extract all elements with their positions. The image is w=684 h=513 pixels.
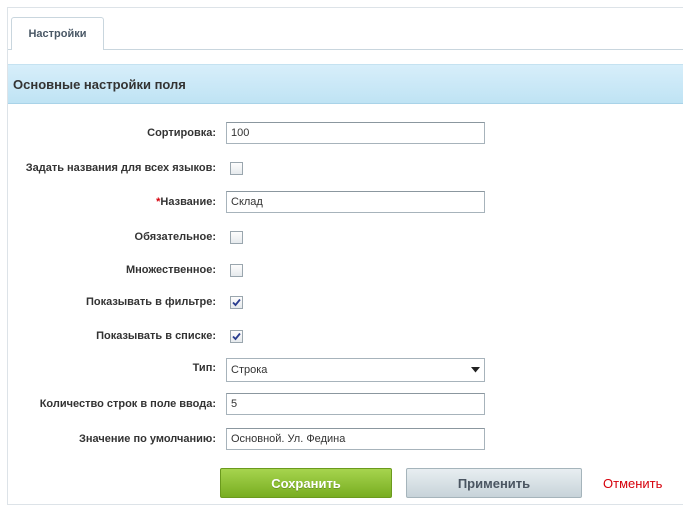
tab-bar: Настройки [8,8,683,50]
settings-panel: Настройки Основные настройки поля Сортир… [7,7,683,505]
save-button[interactable]: Сохранить [220,468,392,498]
section-header: Основные настройки поля [8,64,683,104]
all-languages-checkbox[interactable] [230,162,243,175]
name-input[interactable] [226,191,485,213]
all-languages-label: Задать названия для всех языков: [25,162,216,174]
multiple-checkbox[interactable] [230,264,243,277]
default-value-label: Значение по умолчанию: [79,433,216,445]
required-checkbox[interactable] [230,231,243,244]
sort-input[interactable] [226,122,485,144]
show-in-list-label: Показывать в списке: [96,330,216,342]
default-value-input[interactable] [226,428,485,450]
check-icon [232,298,241,307]
sort-label: Сортировка: [147,127,216,139]
rows-count-label: Количество строк в поле ввода: [39,398,216,410]
name-label-text: Название: [160,196,216,208]
check-icon [232,332,241,341]
show-in-filter-checkbox[interactable] [230,296,243,309]
section-title: Основные настройки поля [13,76,186,92]
show-in-list-checkbox[interactable] [230,330,243,343]
tab-settings[interactable]: Настройки [11,17,104,50]
type-select[interactable]: Строка [226,358,485,382]
chevron-down-icon [471,367,480,373]
name-label: *Название: [156,195,216,209]
rows-count-input[interactable] [226,393,485,415]
type-select-value: Строка [231,364,268,376]
apply-button[interactable]: Применить [406,468,582,498]
cancel-link[interactable]: Отменить [603,476,662,491]
show-in-filter-label: Показывать в фильтре: [85,296,216,308]
required-label: Обязательное: [134,231,216,243]
multiple-label: Множественное: [125,264,216,276]
type-label: Тип: [192,362,216,374]
